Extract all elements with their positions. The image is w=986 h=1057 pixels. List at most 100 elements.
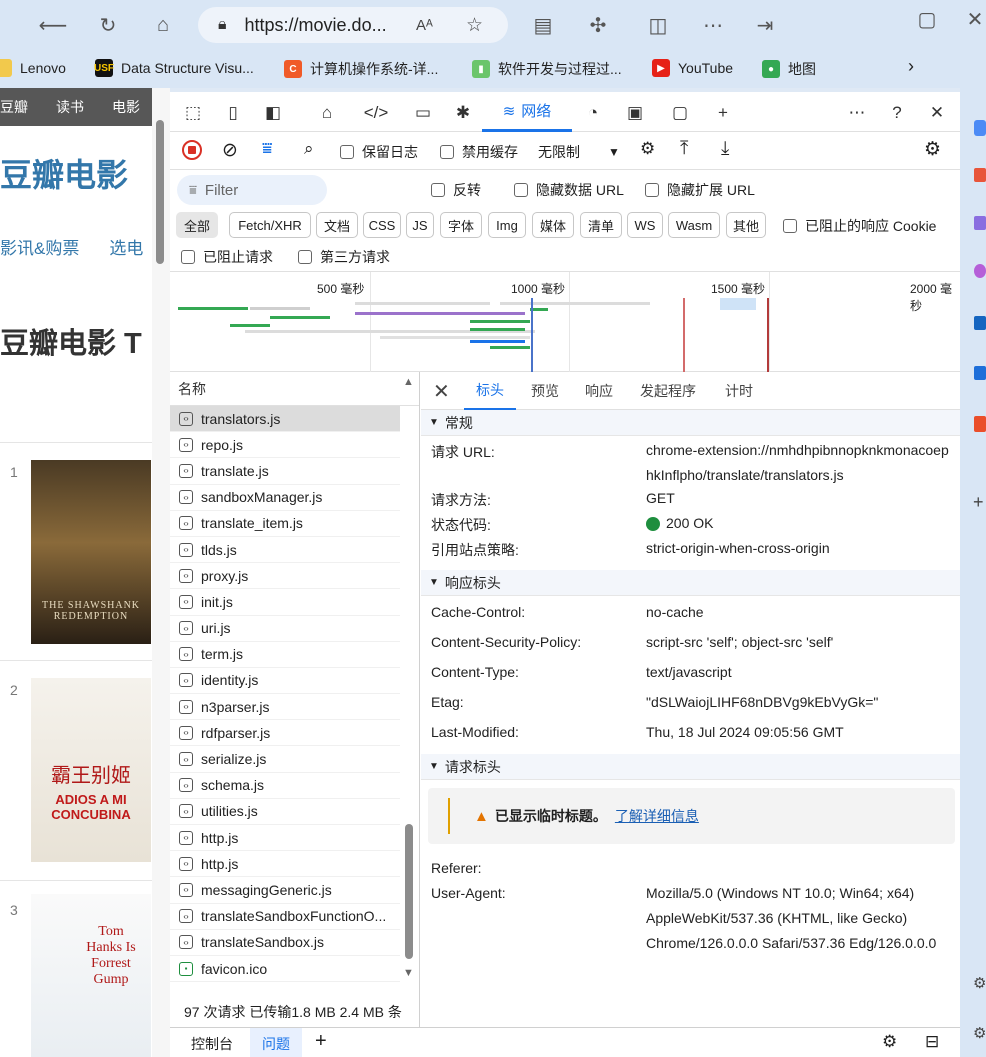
extensions-icon[interactable]: ✣ [583, 10, 613, 40]
elements-code-icon[interactable]: </> [363, 100, 389, 126]
settings-gear-icon[interactable]: ⚙ [924, 138, 941, 161]
tab-timing[interactable]: 计时 [725, 372, 753, 410]
type-fetch-xhr[interactable]: Fetch/XHR [229, 212, 311, 238]
console-icon[interactable]: ▭ [410, 100, 436, 126]
tab-network[interactable]: ≋ 网络 [482, 92, 572, 132]
third-party-checkbox[interactable]: 第三方请求 [298, 247, 390, 267]
header-value[interactable]: strict-origin-when-cross-origin [646, 536, 956, 561]
checkbox[interactable] [783, 219, 797, 233]
type-font[interactable]: 字体 [440, 212, 482, 238]
blocked-cookies-checkbox[interactable]: 已阻止的响应 Cookie [783, 216, 936, 236]
scroll-up-icon[interactable]: ▲ [403, 376, 414, 388]
request-row[interactable]: ‹› translate.js [170, 458, 400, 485]
hide-data-url-checkbox[interactable]: 隐藏数据 URL [514, 180, 624, 200]
request-list-scrollbar[interactable]: ▲ ▼ [403, 372, 415, 997]
more-icon[interactable]: ⋯ [698, 10, 728, 40]
close-window-icon[interactable]: ✕ [960, 4, 986, 34]
address-bar[interactable]: 🔒︎ https://movie.do... Aᴬ ☆ [198, 7, 508, 43]
sidebar-customize-icon[interactable]: ⚙ [973, 974, 986, 992]
sidebar-toggle-icon[interactable]: ⇥ [750, 10, 780, 40]
sidebar-search-icon[interactable] [974, 120, 986, 136]
request-row[interactable]: ‹› init.js [170, 589, 400, 616]
request-row[interactable]: ‹› utilities.js [170, 799, 400, 825]
poster-farewell[interactable]: 霸王别姬 ADIOS A MI CONCUBINA [31, 678, 151, 862]
sidebar-shopping-icon[interactable] [974, 168, 986, 182]
close-devtools-icon[interactable]: ✕ [924, 100, 950, 126]
network-overview-timeline[interactable]: 500 毫秒 1000 毫秒 1500 毫秒 2000 毫秒 [170, 272, 960, 372]
request-row[interactable]: ‹› repo.js [170, 432, 400, 459]
request-row[interactable]: ‹› identity.js [170, 668, 400, 695]
subnav-tickets[interactable]: 影讯&购票 [0, 239, 79, 258]
application-icon[interactable]: ▢ [667, 100, 693, 126]
export-har-icon[interactable]: ⤓ [721, 138, 729, 160]
section-response-headers[interactable]: ▼ 响应标头 [421, 570, 960, 596]
tab-response[interactable]: 响应 [585, 372, 613, 410]
dock-side-icon[interactable]: ◧ [260, 100, 286, 126]
reading-view-icon[interactable]: ▤ [528, 10, 558, 40]
preserve-log-checkbox[interactable]: 保留日志 [340, 142, 418, 162]
back-icon[interactable]: ⟵ [38, 10, 68, 40]
request-row[interactable]: ‹› translators.js [170, 406, 400, 433]
sidebar-office-icon[interactable] [974, 416, 986, 432]
poster-shawshank[interactable]: THE SHAWSHANK REDEMPTION [31, 460, 151, 644]
invert-checkbox[interactable]: 反转 [431, 180, 481, 200]
throttle-select[interactable]: 无限制 ▼ [538, 142, 620, 162]
request-row[interactable]: ‹› term.js [170, 642, 400, 668]
type-css[interactable]: CSS [363, 212, 401, 238]
request-row[interactable]: ‹› tlds.js [170, 537, 400, 564]
nav-books[interactable]: 读书 [56, 97, 84, 117]
request-list-scrollbar-thumb[interactable] [405, 824, 413, 959]
header-value[interactable]: "dSLWaiojLIHF68nDBVg9kEbVyGk=" [646, 690, 956, 715]
sidebar-outlook-icon[interactable] [974, 316, 986, 330]
type-js[interactable]: JS [406, 212, 434, 238]
split-screen-icon[interactable]: ◫ [643, 10, 673, 40]
drawer-dock-icon[interactable]: ⊟ [925, 1032, 939, 1052]
request-row[interactable]: ‹› translateSandboxFunctionO... [170, 904, 400, 930]
bookmark-os[interactable]: C 计算机操作系统-详... [284, 59, 438, 79]
drawer-tab-issues[interactable]: 问题 [250, 1028, 302, 1057]
network-conditions-icon[interactable]: ⚙ [640, 139, 655, 159]
close-detail-icon[interactable]: ✕ [433, 372, 450, 410]
request-row[interactable]: ‹› translateSandbox.js [170, 930, 400, 956]
type-all[interactable]: 全部 [176, 212, 218, 238]
home-icon[interactable]: ⌂ [148, 10, 178, 40]
drawer-add-icon[interactable]: + [315, 1030, 327, 1053]
sidebar-send-icon[interactable] [974, 366, 986, 380]
learn-more-link[interactable]: 了解详细信息 [615, 806, 699, 826]
subnav-choose[interactable]: 选电 [109, 239, 143, 258]
type-media[interactable]: 媒体 [532, 212, 574, 238]
more-bookmarks-chevron-icon[interactable]: › [908, 56, 914, 77]
bookmark-lenovo[interactable]: Lenovo [0, 59, 66, 77]
inspect-element-icon[interactable]: ⬚ [180, 100, 206, 126]
header-value[interactable]: Mozilla/5.0 (Windows NT 10.0; Win64; x64… [646, 881, 956, 956]
section-request-headers[interactable]: ▼ 请求标头 [421, 754, 960, 780]
memory-chip-icon[interactable]: ▣ [622, 100, 648, 126]
help-icon[interactable]: ? [884, 100, 910, 126]
tab-headers[interactable]: 标头 [464, 372, 516, 410]
record-stop-icon[interactable] [182, 140, 202, 160]
restore-window-icon[interactable]: ▢ [912, 4, 942, 34]
request-row[interactable]: ‹› proxy.js [170, 563, 400, 590]
device-emulation-icon[interactable]: ▯ [220, 100, 246, 126]
checkbox[interactable] [514, 183, 528, 197]
bookmark-maps[interactable]: ● 地图 [762, 59, 816, 79]
checkbox[interactable] [298, 250, 312, 264]
type-doc[interactable]: 文档 [316, 212, 358, 238]
filter-input[interactable]: ⩸ Filter [177, 175, 327, 205]
request-row[interactable]: ‹› translate_item.js [170, 511, 400, 537]
disable-cache-checkbox[interactable]: 禁用缓存 [440, 142, 518, 162]
bookmark-data-structure[interactable]: USF Data Structure Visu... [94, 59, 254, 77]
request-row[interactable]: ‹› n3parser.js [170, 694, 400, 721]
sidebar-tools-icon[interactable] [974, 216, 986, 230]
nav-movies[interactable]: 电影 [112, 97, 140, 117]
header-value[interactable]: text/javascript [646, 660, 956, 685]
request-row[interactable]: ‹› rdfparser.js [170, 720, 400, 747]
add-tab-icon[interactable]: + [710, 100, 736, 126]
favorite-star-icon[interactable]: ☆ [466, 14, 483, 37]
request-row[interactable]: ▪ favicon.ico [170, 956, 400, 983]
checkbox[interactable] [340, 145, 354, 159]
refresh-icon[interactable]: ↻ [93, 10, 123, 40]
clear-icon[interactable]: ⊘ [222, 139, 238, 162]
type-wasm[interactable]: Wasm [668, 212, 720, 238]
checkbox[interactable] [440, 145, 454, 159]
